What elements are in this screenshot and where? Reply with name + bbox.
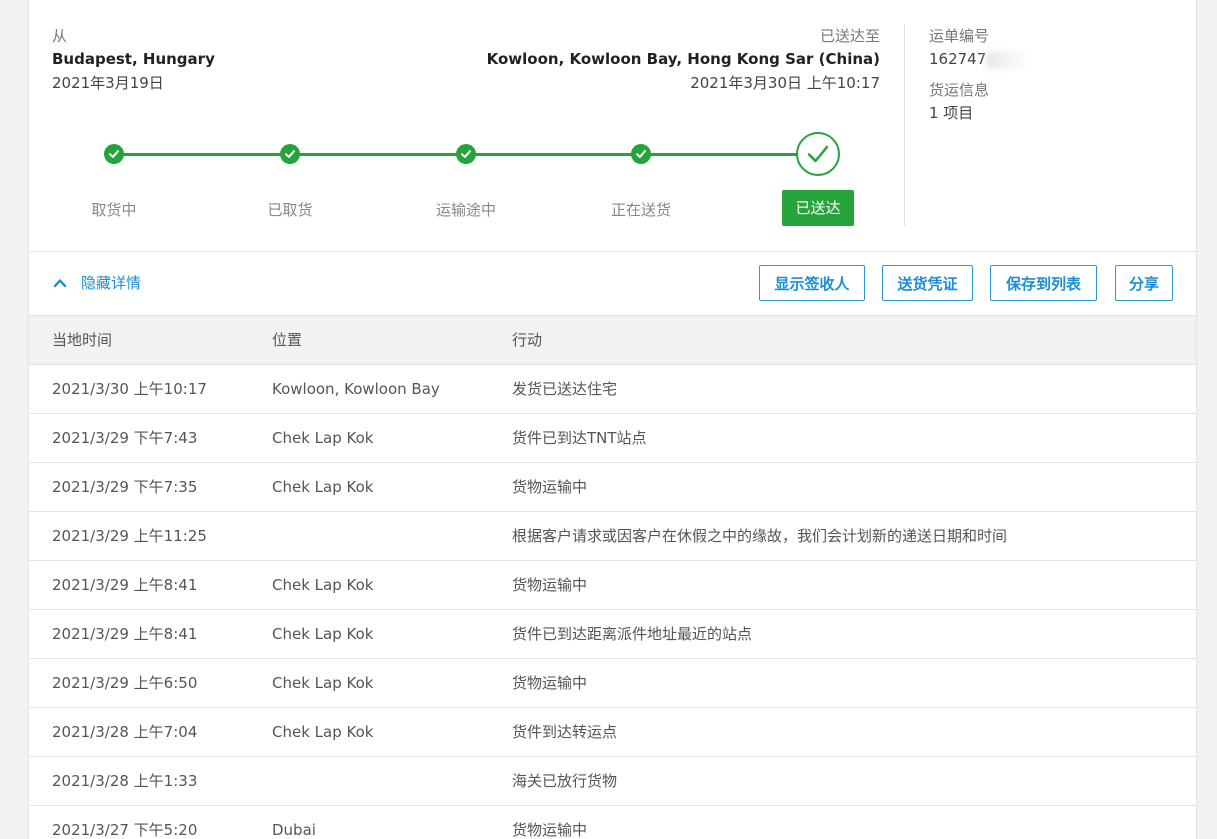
step-1-check-icon [104, 144, 124, 164]
table-row: 2021/3/28 上午7:04 Chek Lap Kok 货件到达转运点 [29, 708, 1196, 757]
event-location: Chek Lap Kok [272, 625, 374, 643]
table-row: 2021/3/29 下午7:43 Chek Lap Kok 货件已到达TNT站点 [29, 414, 1196, 463]
header-location: 位置 [272, 331, 303, 349]
table-row: 2021/3/28 上午1:33 海关已放行货物 [29, 757, 1196, 806]
origin-label: 从 [52, 27, 68, 45]
event-action: 货物运输中 [512, 576, 588, 594]
event-action: 海关已放行货物 [512, 772, 618, 790]
origin-date: 2021年3月19日 [52, 74, 164, 92]
event-time: 2021/3/29 上午8:41 [52, 576, 198, 594]
delivered-date: 2021年3月30日 上午10:17 [690, 74, 880, 92]
step-4-check-icon [631, 144, 651, 164]
table-header: 当地时间 位置 行动 [29, 316, 1196, 365]
step-label-pickup: 取货中 [91, 201, 137, 219]
event-location: Chek Lap Kok [272, 429, 374, 447]
event-action: 根据客户请求或因客户在休假之中的缘故，我们会计划新的递送日期和时间 [512, 527, 1008, 545]
event-location: Chek Lap Kok [272, 576, 374, 594]
event-time: 2021/3/28 上午1:33 [52, 772, 198, 790]
table-row: 2021/3/27 下午5:20 Dubai 货物运输中 [29, 806, 1196, 839]
event-action: 货物运输中 [512, 674, 588, 692]
tracking-events: 2021/3/30 上午10:17 Kowloon, Kowloon Bay 发… [29, 365, 1196, 839]
table-row: 2021/3/29 上午8:41 Chek Lap Kok 货物运输中 [29, 561, 1196, 610]
share-button[interactable]: 分享 [1115, 265, 1173, 301]
event-location: Chek Lap Kok [272, 674, 374, 692]
destination-label: 已送达至 [819, 27, 880, 45]
event-time: 2021/3/29 上午11:25 [52, 527, 207, 545]
event-time: 2021/3/29 下午7:35 [52, 478, 198, 496]
table-row: 2021/3/30 上午10:17 Kowloon, Kowloon Bay 发… [29, 365, 1196, 414]
event-time: 2021/3/28 上午7:04 [52, 723, 198, 741]
step-label-picked-up: 已取货 [267, 201, 313, 219]
event-action: 货物运输中 [512, 478, 588, 496]
event-location: Kowloon, Kowloon Bay [272, 380, 440, 398]
event-time: 2021/3/29 上午6:50 [52, 674, 198, 692]
event-time: 2021/3/27 下午5:20 [52, 821, 198, 839]
shipment-info: 运单编号 162747 货运信息 1 项目 [929, 25, 1027, 133]
step-2-check-icon [280, 144, 300, 164]
event-location: Chek Lap Kok [272, 478, 374, 496]
table-row: 2021/3/29 下午7:35 Chek Lap Kok 货物运输中 [29, 463, 1196, 512]
step-label-in-transit: 运输途中 [435, 201, 496, 219]
event-action: 发货已送达住宅 [512, 380, 618, 398]
proof-of-delivery-button[interactable]: 送货凭证 [882, 265, 973, 301]
waybill-value: 162747 [929, 50, 987, 68]
action-bar: 隐藏详情 显示签收人 送货凭证 保存到列表 分享 [29, 252, 1196, 316]
destination-block: 已送达至 Kowloon, Kowloon Bay, Hong Kong Sar… [487, 25, 880, 95]
redacted-mask [986, 50, 1027, 69]
step-5-check-icon [796, 132, 840, 176]
event-location: Dubai [272, 821, 316, 839]
waybill-label: 运单编号 [929, 27, 990, 45]
hide-details-toggle[interactable]: 隐藏详情 [53, 272, 141, 293]
origin-place: Budapest, Hungary [52, 50, 215, 68]
tracking-card: 从 Budapest, Hungary 2021年3月19日 已送达至 Kowl… [28, 0, 1197, 839]
cargo-label: 货运信息 [929, 81, 990, 99]
table-row: 2021/3/29 上午8:41 Chek Lap Kok 货件已到达距离派件地… [29, 610, 1196, 659]
table-row: 2021/3/29 上午11:25 根据客户请求或因客户在休假之中的缘故，我们会… [29, 512, 1196, 561]
header-action: 行动 [512, 331, 543, 349]
event-action: 货物运输中 [512, 821, 588, 839]
waybill-number: 162747 [929, 47, 1027, 71]
hide-details-label: 隐藏详情 [81, 274, 142, 292]
event-location: Chek Lap Kok [272, 723, 374, 741]
save-to-list-button[interactable]: 保存到列表 [990, 265, 1097, 301]
table-row: 2021/3/29 上午6:50 Chek Lap Kok 货物运输中 [29, 659, 1196, 708]
event-action: 货件到达转运点 [512, 723, 618, 741]
event-time: 2021/3/30 上午10:17 [52, 380, 207, 398]
step-3-check-icon [456, 144, 476, 164]
cargo-value: 1 项目 [929, 104, 974, 122]
step-label-delivered: 已送达 [782, 190, 854, 226]
header-local-time: 当地时间 [52, 331, 113, 349]
origin-block: 从 Budapest, Hungary 2021年3月19日 [52, 25, 215, 95]
step-label-out-for-delivery: 正在送货 [610, 201, 671, 219]
show-signatory-button[interactable]: 显示签收人 [759, 265, 865, 301]
event-action: 货件已到达距离派件地址最近的站点 [512, 625, 753, 643]
event-time: 2021/3/29 上午8:41 [52, 625, 198, 643]
event-time: 2021/3/29 下午7:43 [52, 429, 198, 447]
vertical-divider [904, 24, 905, 226]
shipment-summary: 从 Budapest, Hungary 2021年3月19日 已送达至 Kowl… [29, 0, 1196, 252]
event-action: 货件已到达TNT站点 [512, 429, 647, 447]
chevron-up-icon [53, 278, 67, 287]
destination-place: Kowloon, Kowloon Bay, Hong Kong Sar (Chi… [486, 50, 880, 68]
